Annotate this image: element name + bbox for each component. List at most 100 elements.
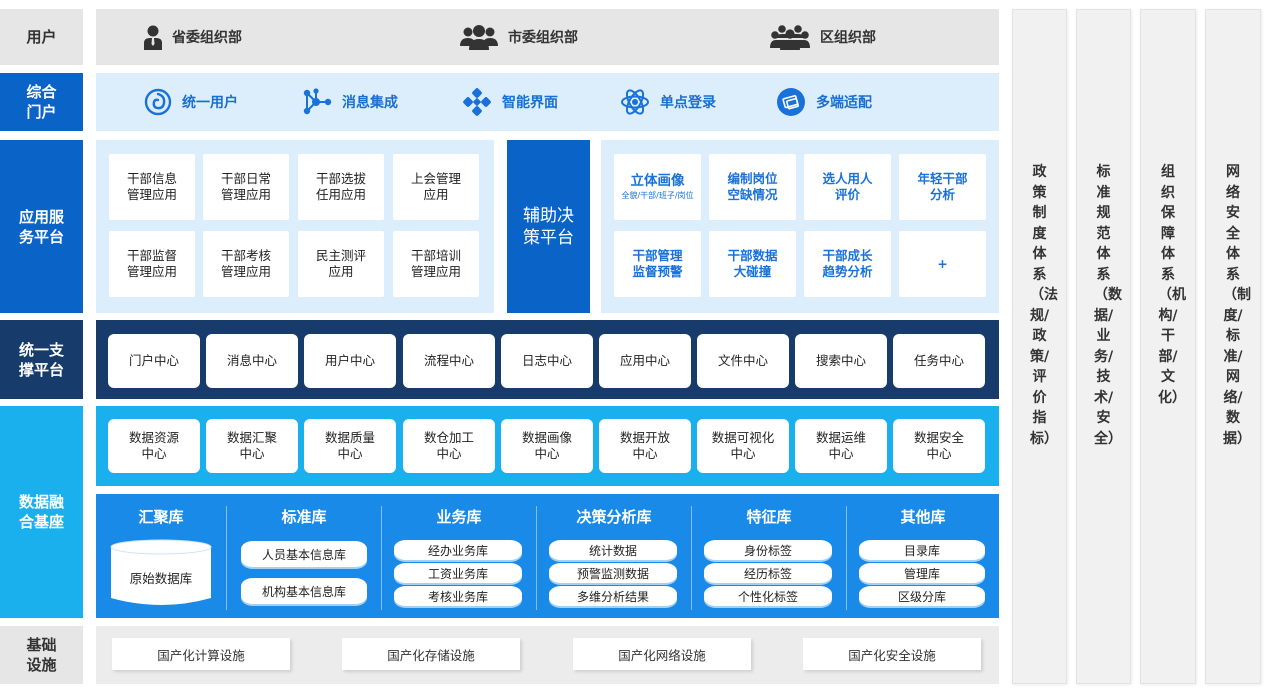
portal-row: 统一用户 消息集成 智能界面 单点登录 多端适配: [96, 73, 999, 131]
decision-card[interactable]: 干部管理 监督预警: [614, 231, 701, 297]
support-center[interactable]: 文件中心: [697, 334, 789, 388]
user-label: 市委组织部: [508, 30, 578, 46]
data-center[interactable]: 数据安全 中心: [893, 419, 985, 473]
db-column-decision: 决策分析库 统计数据 预警监测数据 多维分析结果: [537, 494, 691, 618]
db-title: 业务库: [436, 508, 482, 526]
system-label: 网络安全体系（制度/标准/网络/数据）: [1223, 164, 1251, 447]
db-column-business: 业务库 经办业务库 工资业务库 考核业务库: [382, 494, 536, 618]
app-card[interactable]: 干部考核 管理应用: [203, 231, 289, 297]
user-label: 区组织部: [820, 30, 876, 46]
support-center[interactable]: 任务中心: [893, 334, 985, 388]
group-three-icon: [460, 25, 498, 50]
decision-card-add[interactable]: +: [899, 231, 986, 297]
portal-label: 单点登录: [660, 95, 716, 111]
db-column-other: 其他库 目录库 管理库 区级分库: [847, 494, 999, 618]
atom-icon: [621, 89, 649, 115]
decision-platform-label: 辅助决 策平台: [523, 205, 574, 248]
decision-card[interactable]: 干部数据 大碰撞: [709, 231, 796, 297]
single-person-icon: [144, 25, 162, 50]
diamond-grid-icon: [463, 88, 491, 116]
db-item[interactable]: 管理库: [859, 563, 985, 583]
db-item[interactable]: 身份标签: [704, 540, 832, 560]
db-item[interactable]: 目录库: [859, 540, 985, 560]
app-card[interactable]: 干部日常 管理应用: [203, 154, 289, 220]
infra-item[interactable]: 国产化网络设施: [573, 638, 751, 670]
user-item-province: 省委组织部: [144, 9, 242, 65]
db-column-aggregate: 汇聚库 原始数据库: [96, 494, 226, 618]
system-column-standard: 标准规范体系（数据/业务/技术/安全）: [1076, 9, 1131, 684]
decision-card[interactable]: 选人用人 评价: [804, 154, 891, 220]
decision-card[interactable]: 干部成长 趋势分析: [804, 231, 891, 297]
db-item[interactable]: 经历标签: [704, 563, 832, 583]
decision-platform-block[interactable]: 辅助决 策平台: [507, 140, 590, 313]
layer-label-infra: 基础 设施: [0, 626, 83, 684]
portal-label: 消息集成: [342, 95, 398, 111]
data-center[interactable]: 数据汇聚 中心: [206, 419, 298, 473]
portal-item-message: 消息集成: [302, 74, 398, 130]
decision-card[interactable]: 年轻干部 分析: [899, 154, 986, 220]
db-item[interactable]: 多维分析结果: [549, 586, 677, 606]
decision-card-portrait[interactable]: 立体画像 全貌/干部/班子/岗位: [614, 154, 701, 220]
support-center[interactable]: 日志中心: [501, 334, 593, 388]
devices-icon: [777, 88, 805, 116]
portal-label: 多端适配: [816, 95, 872, 111]
user-item-district: 区组织部: [770, 9, 876, 65]
db-item[interactable]: 统计数据: [549, 540, 677, 560]
support-center[interactable]: 流程中心: [403, 334, 495, 388]
support-center[interactable]: 门户中心: [108, 334, 200, 388]
layer-label-portal: 综合 门户: [0, 73, 83, 131]
db-item[interactable]: 人员基本信息库: [241, 541, 367, 567]
portrait-subtitle: 全貌/干部/班子/岗位: [621, 190, 694, 200]
system-column-organization: 组织保障体系（机构/干部/文化）: [1140, 9, 1196, 684]
db-title: 决策分析库: [576, 508, 652, 526]
data-center[interactable]: 数据可视化 中心: [697, 419, 789, 473]
infra-row: 国产化计算设施 国产化存储设施 国产化网络设施 国产化安全设施: [96, 626, 999, 684]
db-item: 原始数据库: [129, 571, 193, 586]
infra-item[interactable]: 国产化存储设施: [342, 638, 520, 670]
network-node-icon: [303, 88, 332, 115]
infra-item[interactable]: 国产化计算设施: [112, 638, 290, 670]
decision-card[interactable]: 编制岗位 空缺情况: [709, 154, 796, 220]
db-item[interactable]: 经办业务库: [394, 540, 522, 560]
db-column-feature: 特征库 身份标签 经历标签 个性化标签: [692, 494, 846, 618]
db-item[interactable]: 考核业务库: [394, 586, 522, 606]
support-row: 门户中心 消息中心 用户中心 流程中心 日志中心 应用中心 文件中心 搜索中心 …: [96, 320, 999, 399]
db-item[interactable]: 区级分库: [859, 586, 985, 606]
db-item[interactable]: 工资业务库: [394, 563, 522, 583]
portal-label: 智能界面: [502, 95, 558, 111]
support-center[interactable]: 应用中心: [599, 334, 691, 388]
support-center[interactable]: 搜索中心: [795, 334, 887, 388]
portal-item-unified-user: 统一用户: [144, 74, 238, 130]
infra-item[interactable]: 国产化安全设施: [803, 638, 981, 670]
layer-label-app: 应用服 务平台: [0, 140, 83, 313]
app-card[interactable]: 干部监督 管理应用: [109, 231, 195, 297]
data-center[interactable]: 数据画像 中心: [501, 419, 593, 473]
user-label: 省委组织部: [172, 30, 242, 46]
app-card[interactable]: 民主测评 应用: [298, 231, 384, 297]
db-item[interactable]: 个性化标签: [704, 586, 832, 606]
user-row: 省委组织部 市委组织部 区组织部: [96, 9, 999, 65]
db-item[interactable]: 机构基本信息库: [241, 578, 367, 604]
spiral-icon: [144, 88, 172, 116]
portrait-title: 立体画像: [630, 172, 685, 189]
data-center[interactable]: 数据运维 中心: [795, 419, 887, 473]
app-card[interactable]: 干部选拔 任用应用: [298, 154, 384, 220]
app-panel: 干部信息 管理应用 干部日常 管理应用 干部选拔 任用应用 上会管理 应用 干部…: [96, 140, 494, 313]
db-item[interactable]: 预警监测数据: [549, 563, 677, 583]
app-card[interactable]: 上会管理 应用: [393, 154, 479, 220]
data-center[interactable]: 数据开放 中心: [599, 419, 691, 473]
app-card[interactable]: 干部信息 管理应用: [109, 154, 195, 220]
data-center[interactable]: 数据资源 中心: [108, 419, 200, 473]
support-center[interactable]: 消息中心: [206, 334, 298, 388]
data-center[interactable]: 数据质量 中心: [304, 419, 396, 473]
cylinder-db[interactable]: 原始数据库: [109, 538, 213, 608]
system-label: 标准规范体系（数据/业务/技术/安全）: [1094, 164, 1122, 447]
layer-label-user: 用户: [0, 9, 83, 65]
support-center[interactable]: 用户中心: [304, 334, 396, 388]
portal-item-smart-ui: 智能界面: [462, 74, 558, 130]
db-title: 特征库: [746, 508, 792, 526]
data-center[interactable]: 数仓加工 中心: [403, 419, 495, 473]
app-card[interactable]: 干部培训 管理应用: [393, 231, 479, 297]
databases-row: 汇聚库 原始数据库 标准库 人员基本信息库 机构基本信息库 业务库 经办业务库 …: [96, 494, 999, 618]
portal-label: 统一用户: [182, 95, 238, 111]
